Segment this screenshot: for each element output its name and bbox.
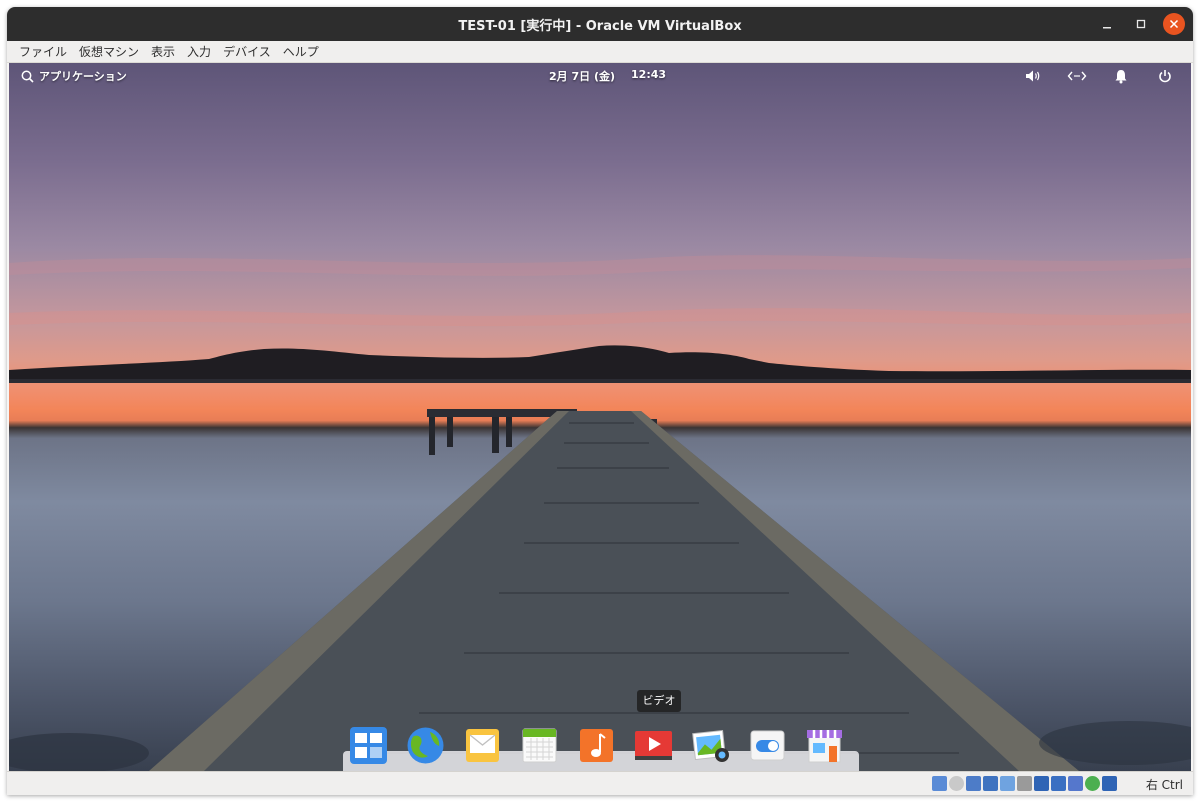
host-key-label: 右 Ctrl (1145, 778, 1183, 792)
notifications-icon[interactable] (1111, 67, 1131, 85)
applications-label: アプリケーション (39, 70, 127, 83)
wallpaper-image (9, 255, 1191, 771)
status-bar: 右 Ctrl (7, 771, 1193, 795)
web-browser-icon[interactable] (406, 726, 445, 765)
date-time-indicator[interactable]: 2月 7日 (金) 12:43 (549, 68, 666, 84)
menu-view[interactable]: 表示 (145, 41, 181, 63)
hard-disk-icon[interactable] (932, 776, 947, 791)
display-icon[interactable] (1034, 776, 1049, 791)
search-icon (21, 70, 34, 83)
appcenter-icon[interactable] (805, 726, 844, 765)
system-settings-icon[interactable] (748, 726, 787, 765)
photos-icon[interactable] (691, 726, 730, 765)
guest-top-panel: アプリケーション 2月 7日 (金) 12:43 (9, 63, 1191, 89)
power-icon[interactable] (1155, 67, 1175, 85)
shared-folders-icon[interactable] (1017, 776, 1032, 791)
mail-icon[interactable] (463, 726, 502, 765)
window-controls (1095, 12, 1185, 36)
audio-icon[interactable] (966, 776, 981, 791)
close-icon (1169, 19, 1179, 29)
date-label: 2月 7日 (金) (549, 70, 616, 83)
network-icon[interactable] (983, 776, 998, 791)
multitasking-view-icon[interactable] (349, 726, 388, 765)
device-status-icons (932, 776, 1117, 791)
host-key-indicator[interactable]: 右 Ctrl (1146, 776, 1183, 793)
close-button[interactable] (1163, 13, 1185, 35)
menu-input[interactable]: 入力 (181, 41, 217, 63)
network-icon[interactable] (1067, 67, 1087, 85)
title-bar[interactable]: TEST-01 [実行中] - Oracle VM VirtualBox (7, 7, 1193, 41)
volume-icon[interactable] (1023, 67, 1043, 85)
virtualization-icon[interactable] (1068, 776, 1083, 791)
window-title: TEST-01 [実行中] - Oracle VM VirtualBox (458, 18, 742, 34)
dock-tooltip: ビデオ (637, 690, 681, 712)
optical-drive-icon[interactable] (949, 776, 964, 791)
menu-help[interactable]: ヘルプ (277, 41, 325, 63)
calendar-icon[interactable] (520, 726, 559, 765)
video-capture-icon[interactable] (1051, 776, 1066, 791)
minimize-button[interactable] (1095, 12, 1119, 36)
guest-desktop[interactable]: アプリケーション 2月 7日 (金) 12:43 ビデオ (9, 63, 1191, 771)
maximize-button[interactable] (1129, 12, 1153, 36)
menu-machine[interactable]: 仮想マシン (73, 41, 145, 63)
dock (349, 726, 844, 765)
music-icon[interactable] (577, 726, 616, 765)
virtualbox-window: TEST-01 [実行中] - Oracle VM VirtualBox ファイ… (7, 7, 1193, 795)
time-label: 12:43 (631, 68, 667, 81)
usb-icon[interactable] (1000, 776, 1015, 791)
menu-file[interactable]: ファイル (13, 41, 73, 63)
system-indicators (1023, 67, 1175, 85)
menu-devices[interactable]: デバイス (217, 41, 277, 63)
keyboard-capture-icon[interactable] (1102, 776, 1117, 791)
menu-bar: ファイル 仮想マシン 表示 入力 デバイス ヘルプ (7, 41, 1193, 63)
mouse-integration-icon[interactable] (1085, 776, 1100, 791)
minimize-icon (1103, 27, 1111, 29)
videos-icon[interactable] (634, 726, 673, 765)
applications-menu[interactable]: アプリケーション (21, 68, 127, 84)
maximize-icon (1136, 19, 1146, 29)
